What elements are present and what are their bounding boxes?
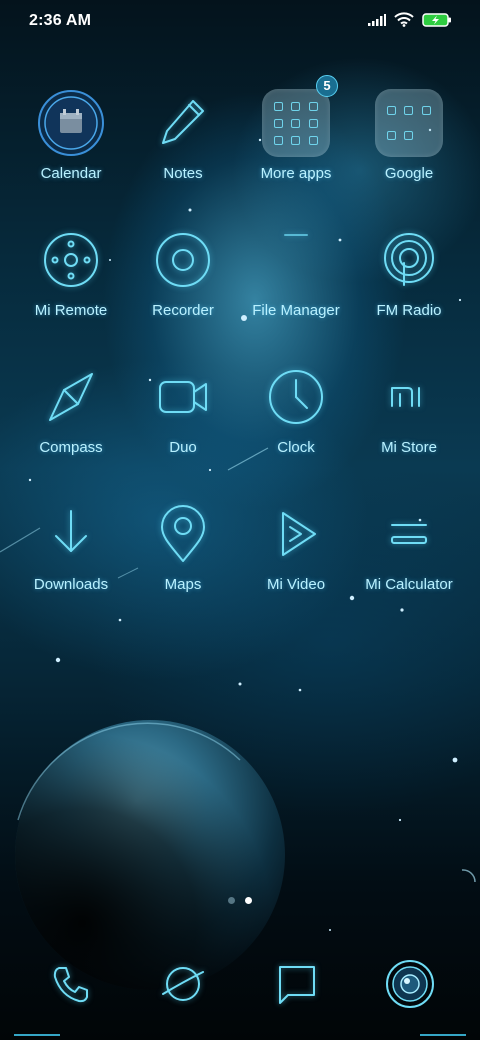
messages-icon — [279, 966, 315, 1004]
play-icon — [282, 512, 316, 556]
calendar-icon — [38, 90, 104, 156]
map-pin-icon — [161, 505, 205, 562]
notification-badge: 5 — [316, 75, 338, 97]
status-bar: 2:36 AM — [0, 0, 480, 44]
app-fm-radio[interactable]: FM Radio — [353, 224, 465, 319]
app-mi-calculator[interactable]: Mi Calculator — [353, 498, 465, 593]
folder-icon — [375, 89, 443, 157]
dock-browser[interactable] — [155, 956, 211, 1012]
app-label: More apps — [260, 165, 332, 182]
app-recorder[interactable]: Recorder — [127, 224, 239, 319]
app-label: Google — [384, 165, 434, 182]
dock — [0, 956, 480, 1016]
battery-charging-icon — [422, 12, 451, 27]
video-camera-icon — [159, 381, 207, 413]
app-file-manager[interactable]: File Manager — [240, 224, 352, 319]
app-label: Downloads — [33, 576, 109, 593]
app-clock[interactable]: Clock — [240, 361, 352, 456]
nav-hint-right — [420, 1034, 466, 1036]
app-mi-remote[interactable]: Mi Remote — [15, 224, 127, 319]
app-label: Recorder — [152, 302, 214, 319]
page-dot-active[interactable] — [245, 897, 252, 904]
app-label: Mi Store — [381, 439, 437, 456]
camera-icon — [386, 960, 434, 1008]
app-label: File Manager — [252, 302, 340, 319]
app-maps[interactable]: Maps — [127, 498, 239, 593]
nav-hint-left — [14, 1034, 60, 1036]
app-calendar[interactable]: Calendar — [15, 87, 127, 182]
app-label: FM Radio — [376, 302, 442, 319]
app-label: Compass — [39, 439, 103, 456]
record-icon — [156, 233, 210, 287]
mi-logo-icon — [391, 387, 420, 407]
browser-planet-icon — [162, 967, 204, 1001]
app-label: Mi Video — [266, 576, 326, 593]
calculator-icon — [391, 524, 427, 544]
page-dot[interactable] — [228, 897, 235, 904]
app-label: Maps — [164, 576, 202, 593]
page-indicator[interactable] — [0, 897, 480, 904]
download-icon — [55, 510, 87, 552]
folder-more-apps[interactable]: 5 More apps — [240, 75, 352, 182]
app-label: Calendar — [40, 165, 102, 182]
app-label: Mi Calculator — [365, 576, 453, 593]
pencil-icon — [162, 100, 204, 144]
dock-phone[interactable] — [43, 956, 99, 1012]
app-label: Duo — [169, 439, 197, 456]
remote-icon — [44, 233, 98, 287]
status-time: 2:36 AM — [29, 12, 92, 29]
app-label: Mi Remote — [34, 302, 108, 319]
app-mi-video[interactable]: Mi Video — [240, 498, 352, 593]
clock-icon — [269, 370, 323, 424]
wifi-icon — [394, 12, 414, 27]
dock-messages[interactable] — [269, 956, 325, 1012]
phone-icon — [53, 967, 88, 1003]
file-manager-icon — [284, 234, 308, 236]
app-mi-store[interactable]: Mi Store — [353, 361, 465, 456]
radio-icon — [384, 233, 434, 286]
app-compass[interactable]: Compass — [15, 361, 127, 456]
folder-google[interactable]: Google — [353, 87, 465, 182]
signal-icon — [368, 13, 386, 26]
app-notes[interactable]: Notes — [127, 87, 239, 182]
folder-icon — [262, 89, 330, 157]
app-downloads[interactable]: Downloads — [15, 498, 127, 593]
app-label: Notes — [163, 165, 203, 182]
app-duo[interactable]: Duo — [127, 361, 239, 456]
compass-icon — [49, 373, 93, 421]
app-label: Clock — [277, 439, 315, 456]
dock-camera[interactable] — [382, 956, 438, 1012]
